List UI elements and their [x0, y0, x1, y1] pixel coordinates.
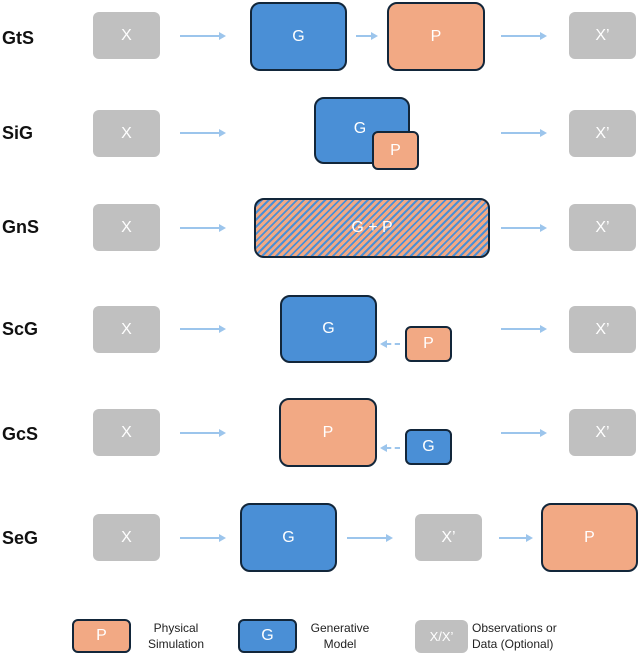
arrow: [499, 534, 533, 542]
row-label-gns: GnS: [2, 217, 40, 237]
row-label-gts: GtS: [2, 28, 35, 48]
legend-generative-line2: Model: [323, 637, 357, 651]
legend-generative-label: Generative Model: [300, 620, 380, 652]
legend-generative-line1: Generative: [310, 621, 370, 635]
legend-data-line1: Observations or: [472, 621, 557, 635]
row-label-scg: ScG: [2, 319, 39, 339]
output-x-prime-box: X’: [569, 306, 636, 353]
legend-data-line2: Data (Optional): [472, 637, 554, 651]
generative-model-box: G: [240, 503, 337, 572]
arrow: [501, 224, 547, 232]
arrow: [180, 129, 226, 137]
arrow: [180, 224, 226, 232]
arrow: [501, 429, 547, 437]
arrow: [180, 429, 226, 437]
arrow: [180, 325, 226, 333]
arrow: [356, 32, 378, 40]
arrow: [501, 325, 547, 333]
row-label-gcs: GcS: [2, 424, 39, 444]
input-x-box: X: [93, 409, 160, 456]
row-label-sig: SiG: [2, 123, 34, 143]
arrow: [501, 32, 547, 40]
output-x-prime-box: X’: [569, 204, 636, 251]
generative-model-box: G: [405, 429, 452, 465]
legend-generative-swatch: G: [238, 619, 297, 653]
output-x-prime-box: X’: [569, 12, 636, 59]
dashed-arrow-left: [380, 340, 400, 348]
legend-physical-label: Physical Simulation: [136, 620, 216, 652]
physical-simulation-box: P: [387, 2, 485, 71]
output-x-prime-box: X’: [569, 409, 636, 456]
legend-physical-swatch: P: [72, 619, 131, 653]
legend-data-label: Observations or Data (Optional): [472, 620, 582, 652]
physical-simulation-box: P: [541, 503, 638, 572]
row-label-seg: SeG: [2, 528, 39, 548]
input-x-box: X: [93, 110, 160, 157]
legend-data-swatch: X/X’: [415, 620, 468, 653]
dashed-arrow-left: [380, 444, 400, 452]
input-x-box: X: [93, 12, 160, 59]
physical-simulation-box: P: [405, 326, 452, 362]
legend-physical-line2: Simulation: [147, 637, 205, 651]
generative-model-box: G: [280, 295, 377, 363]
generative-model-box: G: [250, 2, 347, 71]
arrow: [347, 534, 393, 542]
output-x-prime-box: X’: [569, 110, 636, 157]
input-x-box: X: [93, 306, 160, 353]
arrow: [180, 32, 226, 40]
arrow: [501, 129, 547, 137]
combined-generative-physical-box: G + P: [254, 198, 490, 258]
intermediate-x-prime-box: X’: [415, 514, 482, 561]
physical-simulation-box: P: [372, 131, 419, 170]
legend-physical-line1: Physical: [153, 621, 199, 635]
input-x-box: X: [93, 514, 160, 561]
arrow: [180, 534, 226, 542]
physical-simulation-box: P: [279, 398, 377, 467]
input-x-box: X: [93, 204, 160, 251]
